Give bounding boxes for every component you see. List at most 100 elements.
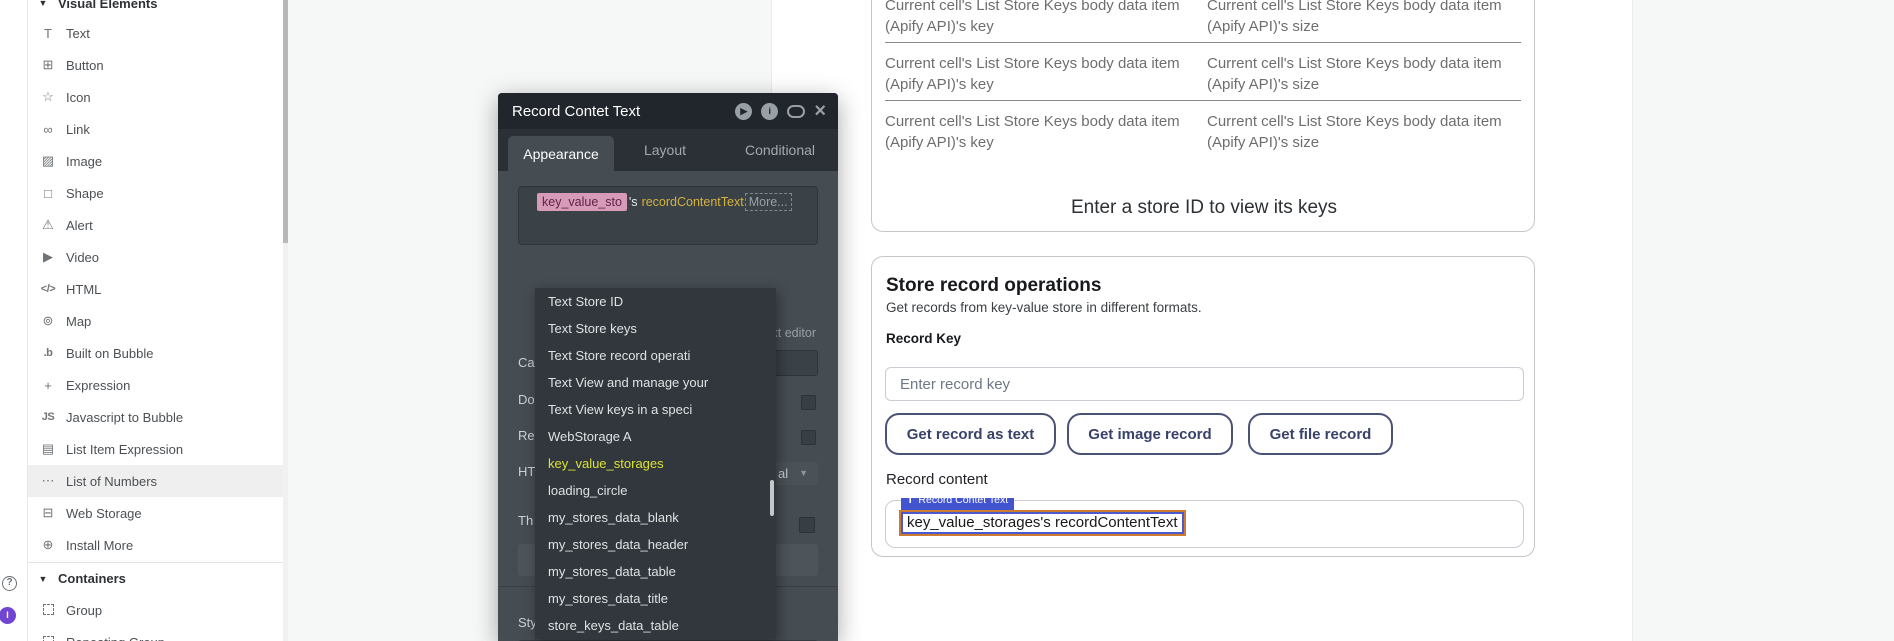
palette-item-web-storage[interactable]: ⊟ Web Storage <box>28 497 283 529</box>
palette-item-label: Web Storage <box>66 506 142 521</box>
palette-item-link[interactable]: ∞Link <box>28 113 283 145</box>
palette-item-built-on-bubble[interactable]: .bBuilt on Bubble <box>28 337 283 369</box>
palette-item-label: List of Numbers <box>66 474 157 489</box>
autocomplete-option[interactable]: store_keys_data_table <box>535 612 776 639</box>
shape-icon: □ <box>38 186 58 201</box>
record-key-input[interactable] <box>885 367 1524 401</box>
selected-element-badge-label: Record Contet Text <box>918 498 1008 506</box>
palette-scrollbar[interactable] <box>283 0 288 641</box>
palette-item-label: Expression <box>66 378 130 393</box>
palette-item-html[interactable]: </>HTML <box>28 273 283 305</box>
autocomplete-option[interactable]: Text View and manage your <box>535 369 776 396</box>
checkbox-3[interactable] <box>799 517 815 533</box>
autocomplete-option[interactable]: loading_circle <box>535 477 776 504</box>
palette-section-label: Visual Elements <box>58 0 157 11</box>
text-expression-field[interactable]: key_value_sto 's recordContentText More.… <box>518 186 818 245</box>
palette-item-text[interactable]: T Text <box>28 17 283 49</box>
checkbox-2[interactable] <box>801 430 816 445</box>
palette-item-label: Alert <box>66 218 93 233</box>
palette-item-shape[interactable]: □Shape <box>28 177 283 209</box>
palette-item-image[interactable]: ▨Image <box>28 145 283 177</box>
dropdown-scrollbar-thumb[interactable] <box>770 480 774 516</box>
rich-text-editor-hint-fragment[interactable]: xt editor <box>772 326 816 340</box>
palette-item-javascript-to-bubble[interactable]: JSJavascript to Bubble <box>28 401 283 433</box>
autocomplete-option[interactable]: Text Store keys <box>535 315 776 342</box>
palette-item-video[interactable]: ▶Video <box>28 241 283 273</box>
record-content-label[interactable]: Record content <box>886 471 988 488</box>
palette-section-header-containers[interactable]: ▼Containers <box>28 562 283 594</box>
palette-item-install-more[interactable]: ⊕Install More <box>28 529 283 561</box>
checkbox-1[interactable] <box>801 395 816 410</box>
repeating-group-icon <box>43 636 54 641</box>
comment-icon[interactable] <box>787 105 805 118</box>
autocomplete-option[interactable]: WebStorage A <box>535 423 776 450</box>
expression-more-button[interactable]: More... <box>745 193 792 211</box>
get-file-record-button[interactable]: Get file record <box>1248 413 1393 455</box>
get-record-as-text-button[interactable]: Get record as text <box>885 413 1056 455</box>
size-cell-text[interactable]: Current cell's List Store Keys body data… <box>1207 111 1537 153</box>
palette-item-expression[interactable]: +Expression <box>28 369 283 401</box>
key-cell-text[interactable]: Current cell's List Store Keys body data… <box>885 53 1215 95</box>
store-id-empty-message[interactable]: Enter a store ID to view its keys <box>872 197 1536 219</box>
palette-section-label: Containers <box>58 571 126 586</box>
palette-item-icon[interactable]: ☆ Icon <box>28 81 283 113</box>
code-icon: </> <box>38 283 58 295</box>
image-icon: ▨ <box>38 153 58 169</box>
help-icon[interactable]: ? <box>2 576 17 591</box>
autocomplete-option[interactable]: Text View keys in a speci <box>535 396 776 423</box>
palette-item-button[interactable]: ⊞Button <box>28 49 283 81</box>
autocomplete-option[interactable]: my_stores_data_blank <box>535 504 776 531</box>
record-key-label[interactable]: Record Key <box>886 331 961 346</box>
property-editor-titlebar[interactable]: Record Contet Text ▶ i × <box>498 93 838 129</box>
tab-layout[interactable]: Layout <box>625 129 705 171</box>
palette-scrollbar-thumb[interactable] <box>283 0 288 243</box>
palette-item-label: Javascript to Bubble <box>66 410 183 425</box>
property-label-fragment-4: HT <box>518 464 535 479</box>
preview-play-icon[interactable]: ▶ <box>735 103 752 120</box>
intercom-chat-icon[interactable]: I <box>0 607 16 624</box>
palette-item-label: Icon <box>66 90 91 105</box>
size-cell-text[interactable]: Current cell's List Store Keys body data… <box>1207 53 1537 95</box>
alert-icon: ⚠ <box>38 217 58 233</box>
install-plus-icon: ⊕ <box>38 537 58 553</box>
key-cell-text[interactable]: Current cell's List Store Keys body data… <box>885 111 1215 153</box>
palette-item-map[interactable]: ⊚Map <box>28 305 283 337</box>
tab-conditional[interactable]: Conditional <box>730 129 830 171</box>
storage-icon: ⊟ <box>38 505 58 521</box>
palette-item-alert[interactable]: ⚠ Alert <box>28 209 283 241</box>
autocomplete-option[interactable]: my_stores_data_table <box>535 558 776 585</box>
group-icon <box>38 603 58 618</box>
map-pin-icon: ⊚ <box>38 313 58 329</box>
chevron-down-icon: ▼ <box>799 462 808 485</box>
palette-item-list-item-expression[interactable]: ▤List Item Expression <box>28 433 283 465</box>
row-divider <box>885 100 1521 101</box>
store-record-operations-card[interactable]: Store record operations Get records from… <box>871 256 1535 557</box>
store-card-subtitle[interactable]: Get records from key-value store in diff… <box>886 300 1202 315</box>
palette-item-label: Text <box>66 26 90 41</box>
palette-item-list-of-numbers[interactable]: ⋯List of Numbers <box>28 465 283 497</box>
info-icon[interactable]: i <box>761 103 778 120</box>
app-edge-strip: ? I <box>0 0 28 641</box>
text-icon: T <box>38 26 58 41</box>
selected-text-element[interactable]: key_value_storages's recordContentText <box>899 510 1186 536</box>
palette-item-repeating-group[interactable]: Repeating Group <box>28 626 283 641</box>
store-keys-card[interactable]: Enter a store ID to view its keys Curren… <box>871 0 1535 232</box>
get-image-record-button[interactable]: Get image record <box>1067 413 1233 455</box>
expression-field-token[interactable]: recordContentText <box>642 195 744 209</box>
autocomplete-option[interactable]: my_stores_data_header <box>535 531 776 558</box>
store-card-title[interactable]: Store record operations <box>886 275 1101 297</box>
palette-item-group[interactable]: Group <box>28 594 283 626</box>
key-cell-text[interactable]: Current cell's List Store Keys body data… <box>885 0 1215 37</box>
close-icon[interactable]: × <box>814 103 826 120</box>
property-label-fragment-2: Do <box>518 392 535 407</box>
size-cell-text[interactable]: Current cell's List Store Keys body data… <box>1207 0 1537 37</box>
autocomplete-option[interactable]: key_value_storages <box>535 450 776 477</box>
autocomplete-option[interactable]: Text Store ID <box>535 288 776 315</box>
autocomplete-option[interactable]: my_stores_data_title <box>535 585 776 612</box>
expression-token-selected[interactable]: key_value_sto <box>537 193 627 211</box>
style-label-fragment: Sty <box>518 615 537 630</box>
autocomplete-option[interactable]: Text Store record operati <box>535 342 776 369</box>
record-content-expression[interactable]: key_value_storages's recordContentText <box>901 512 1184 534</box>
tab-appearance[interactable]: Appearance <box>508 136 614 171</box>
star-icon: ☆ <box>38 89 58 105</box>
